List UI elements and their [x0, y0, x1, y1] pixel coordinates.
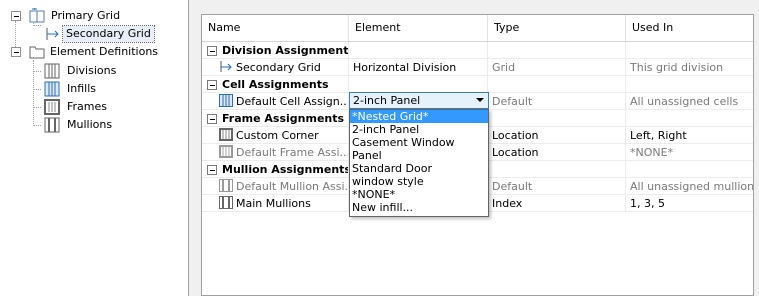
tree-item-label: Element Definitions	[50, 45, 159, 58]
column-header-element[interactable]: Element	[349, 15, 488, 41]
empty-cell	[626, 42, 753, 59]
collapse-icon[interactable]	[207, 46, 217, 56]
used-in-cell: *NONE*	[626, 144, 753, 161]
tree-item-label: Secondary Grid	[62, 25, 155, 43]
group-label: Frame Assignments	[202, 110, 349, 127]
row-name: Default Frame Assi...	[236, 146, 349, 159]
tree-panel: Primary Grid Secondary Grid Element Defi…	[0, 0, 189, 296]
empty-cell	[488, 42, 626, 59]
element-cell[interactable]: Horizontal Division	[349, 59, 488, 76]
empty-cell	[626, 110, 753, 127]
empty-cell	[626, 76, 753, 93]
dropdown-list: *Nested Grid* 2-inch Panel Casement Wind…	[349, 109, 489, 217]
tree-item-element-definitions[interactable]: Element Definitions	[0, 44, 189, 60]
row-name: Default Cell Assign...	[236, 95, 349, 108]
element-dropdown[interactable]: 2-inch Panel	[349, 92, 489, 109]
empty-cell	[488, 76, 626, 93]
grid-header: Name Element Type Used In	[202, 15, 753, 42]
name-cell: Secondary Grid	[202, 59, 349, 76]
tree-item-label: Primary Grid	[51, 9, 121, 22]
group-title: Mullion Assignments	[222, 163, 349, 176]
frames-icon	[219, 145, 233, 158]
column-header-used-in[interactable]: Used In	[626, 15, 753, 41]
type-cell: Index	[488, 195, 626, 212]
mullions-icon	[219, 179, 233, 192]
column-header-name[interactable]: Name	[202, 15, 349, 41]
group-label: Cell Assignments	[202, 76, 349, 93]
empty-cell	[349, 42, 488, 59]
used-in-cell: All unassigned mullions	[626, 178, 753, 195]
infills-icon	[44, 81, 60, 97]
group-row-division-assignment[interactable]: Division Assignment	[202, 42, 753, 59]
tree-item-infills[interactable]: Infills	[0, 81, 189, 97]
group-row-cell-assignments[interactable]: Cell Assignments	[202, 76, 753, 93]
empty-cell	[626, 161, 753, 178]
dropdown-option[interactable]: Standard Door	[350, 162, 488, 175]
empty-cell	[488, 110, 626, 127]
subgrid-icon	[220, 61, 232, 72]
row-name: Secondary Grid	[236, 61, 321, 74]
name-cell: Default Cell Assign...	[202, 93, 349, 110]
dropdown-value: 2-inch Panel	[353, 94, 421, 107]
frames-icon	[44, 99, 60, 115]
subgrid-icon	[46, 28, 59, 40]
name-cell: Custom Corner	[202, 127, 349, 144]
tree-item-frames[interactable]: Frames	[0, 99, 189, 115]
type-cell: Default	[488, 93, 626, 110]
row-name: Default Mullion Assi...	[236, 180, 349, 193]
grid-icon	[29, 8, 45, 23]
tree-item-label: Infills	[67, 82, 96, 95]
name-cell: Main Mullions	[202, 195, 349, 212]
empty-cell	[488, 161, 626, 178]
mullions-icon	[219, 196, 233, 209]
row-name: Main Mullions	[236, 197, 311, 210]
dropdown-option[interactable]: window style	[350, 175, 488, 188]
tree-item-label: Frames	[67, 100, 108, 113]
tree-item-label: Divisions	[67, 64, 117, 77]
used-in-cell: This grid division	[626, 59, 753, 76]
group-title: Frame Assignments	[222, 112, 345, 125]
type-cell: Location	[488, 127, 626, 144]
table-row[interactable]: Secondary Grid Horizontal Division Grid …	[202, 59, 753, 76]
tree-item-divisions[interactable]: Divisions	[0, 63, 189, 79]
used-in-cell: 1, 3, 5	[626, 195, 753, 212]
mullions-icon	[44, 117, 60, 133]
dropdown-option[interactable]: *Nested Grid*	[350, 110, 488, 123]
used-in-cell: Left, Right	[626, 127, 753, 144]
collapse-icon[interactable]	[207, 80, 217, 90]
frames-icon	[219, 128, 233, 141]
group-title: Division Assignment	[222, 44, 349, 57]
name-cell: Default Frame Assi...	[202, 144, 349, 161]
infills-icon	[219, 94, 233, 107]
name-cell: Default Mullion Assi...	[202, 178, 349, 195]
tree-item-label: Mullions	[67, 118, 113, 131]
chevron-down-icon[interactable]	[476, 98, 484, 102]
collapse-icon[interactable]	[11, 47, 21, 57]
used-in-cell: All unassigned cells	[626, 93, 753, 110]
group-label: Division Assignment	[202, 42, 349, 59]
divisions-icon	[44, 63, 60, 79]
type-cell: Default	[488, 178, 626, 195]
tree-item-secondary-grid[interactable]: Secondary Grid	[0, 25, 189, 43]
collapse-icon[interactable]	[207, 165, 217, 175]
row-name: Custom Corner	[236, 129, 319, 142]
dropdown-option[interactable]: *NONE*	[350, 188, 488, 201]
folder-icon	[29, 46, 45, 59]
dropdown-option[interactable]: 2-inch Panel	[350, 123, 488, 136]
tree-item-mullions[interactable]: Mullions	[0, 117, 189, 133]
collapse-icon[interactable]	[207, 114, 217, 124]
type-cell: Location	[488, 144, 626, 161]
group-label: Mullion Assignments	[202, 161, 349, 178]
dropdown-option[interactable]: Panel	[350, 149, 488, 162]
dropdown-option[interactable]: Casement Window	[350, 136, 488, 149]
tree-item-primary-grid[interactable]: Primary Grid	[0, 8, 189, 24]
type-cell: Grid	[488, 59, 626, 76]
dropdown-option[interactable]: New infill...	[350, 201, 488, 214]
empty-cell	[349, 76, 488, 93]
column-header-type[interactable]: Type	[488, 15, 626, 41]
group-title: Cell Assignments	[222, 78, 329, 91]
collapse-icon[interactable]	[11, 11, 21, 21]
